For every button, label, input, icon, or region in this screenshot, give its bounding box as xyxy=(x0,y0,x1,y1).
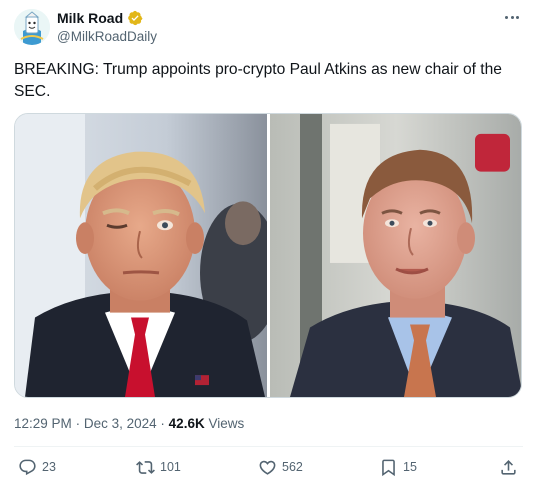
views-count: 42.6K xyxy=(168,416,205,431)
timestamp[interactable]: 12:29 PM · Dec 3, 2024 xyxy=(14,416,157,431)
views-label: Views xyxy=(208,416,245,431)
share-icon xyxy=(501,459,516,475)
milk-carton-mascot-icon xyxy=(14,9,50,45)
heart-icon xyxy=(259,460,276,475)
author-name-row: Milk Road xyxy=(57,10,143,26)
tweet-text: BREAKING: Trump appoints pro-crypto Paul… xyxy=(14,61,502,100)
meta-separator: · xyxy=(160,416,165,431)
bookmark-icon xyxy=(382,459,395,476)
avatar[interactable] xyxy=(14,9,50,45)
like-button[interactable]: 562 xyxy=(258,452,303,482)
author-handle[interactable]: @MilkRoadDaily xyxy=(57,29,157,44)
reply-icon xyxy=(19,459,36,475)
reply-count: 23 xyxy=(42,460,56,474)
display-name[interactable]: Milk Road xyxy=(57,10,123,26)
share-button[interactable] xyxy=(499,452,518,482)
retweet-count: 101 xyxy=(160,460,181,474)
tweet-meta: 12:29 PM · Dec 3, 2024 · 42.6K Views xyxy=(14,416,244,431)
bookmark-count: 15 xyxy=(403,460,417,474)
photo-atkins[interactable] xyxy=(270,114,521,397)
tweet-media[interactable] xyxy=(14,113,522,398)
divider xyxy=(14,446,523,447)
reply-button[interactable]: 23 xyxy=(18,452,56,482)
bookmark-button[interactable]: 15 xyxy=(379,452,417,482)
action-bar: 23 101 562 15 xyxy=(0,452,537,482)
tweet-card: Milk Road @MilkRoadDaily BREAKING: Trump… xyxy=(0,0,537,485)
like-count: 562 xyxy=(282,460,303,474)
photo-trump[interactable] xyxy=(15,114,267,397)
verified-badge-icon[interactable] xyxy=(127,10,143,26)
retweet-icon xyxy=(136,460,155,474)
more-options-icon[interactable] xyxy=(501,8,523,26)
retweet-button[interactable]: 101 xyxy=(136,452,181,482)
